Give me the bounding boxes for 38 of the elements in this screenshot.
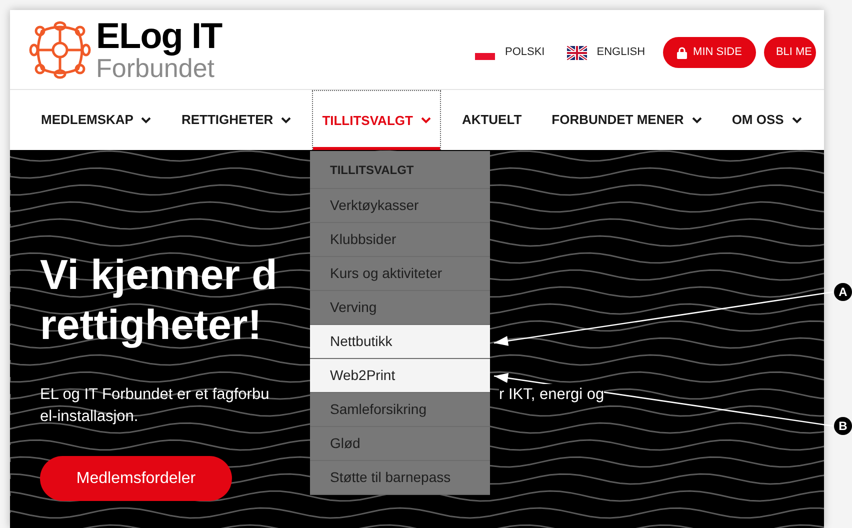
dropdown-item[interactable]: Samleforsikring <box>310 393 490 427</box>
dropdown-item[interactable]: Kurs og aktiviteter <box>310 257 490 291</box>
nav-item[interactable]: FORBUNDET MENER <box>542 90 711 150</box>
nav-item[interactable]: AKTUELT <box>452 90 531 150</box>
dropdown-item[interactable]: Glød <box>310 427 490 461</box>
logo-title: ELog IT <box>96 18 222 54</box>
nav-item[interactable]: TILLITSVALGT <box>312 90 441 150</box>
lock-icon <box>677 46 688 58</box>
language-link[interactable]: ENGLISH <box>566 44 646 61</box>
hero-paragraph-text: el-installasjon. <box>40 407 138 427</box>
nav-item[interactable]: MEDLEMSKAP <box>32 90 160 150</box>
chevron-down-icon <box>692 116 702 124</box>
hero-paragraph-text: r IKT, energi og <box>499 384 604 406</box>
hero-heading-line: Vi kjenner d <box>40 250 278 300</box>
callout-label: A <box>834 283 852 301</box>
dropdown-item[interactable]: Web2Print <box>310 359 490 393</box>
hero-heading-line: rettigheter! <box>40 300 262 350</box>
header-button[interactable]: BLI ME <box>764 37 816 68</box>
dropdown-item[interactable]: Støtte til barnepass <box>310 461 490 495</box>
network-logo-icon <box>28 18 92 80</box>
chevron-down-icon <box>141 116 152 124</box>
dropdown-item[interactable]: Nettbutikk <box>310 325 490 359</box>
hero-paragraph-text: EL og IT Forbundet er et fagforbu <box>40 385 270 405</box>
dropdown-item[interactable]: TILLITSVALGT <box>310 151 490 189</box>
header-button[interactable]: MIN SIDE <box>663 37 756 68</box>
chevron-down-icon <box>281 116 292 124</box>
chevron-down-icon <box>420 117 431 124</box>
flag-icon <box>566 46 587 60</box>
nav-item[interactable]: RETTIGHETER <box>172 90 300 150</box>
flag-icon <box>475 52 495 60</box>
chevron-down-icon <box>792 116 802 124</box>
dropdown-item[interactable]: Klubbsider <box>310 223 490 257</box>
dropdown-item[interactable]: Verktøykasser <box>310 189 490 223</box>
logo-subtitle: Forbundet <box>96 55 216 81</box>
language-link[interactable]: POLSKI <box>475 44 545 61</box>
callout-label: B <box>834 417 852 435</box>
hero-button[interactable]: Medlemsfordeler <box>40 456 232 501</box>
nav-item[interactable]: OM OSS <box>722 90 811 150</box>
